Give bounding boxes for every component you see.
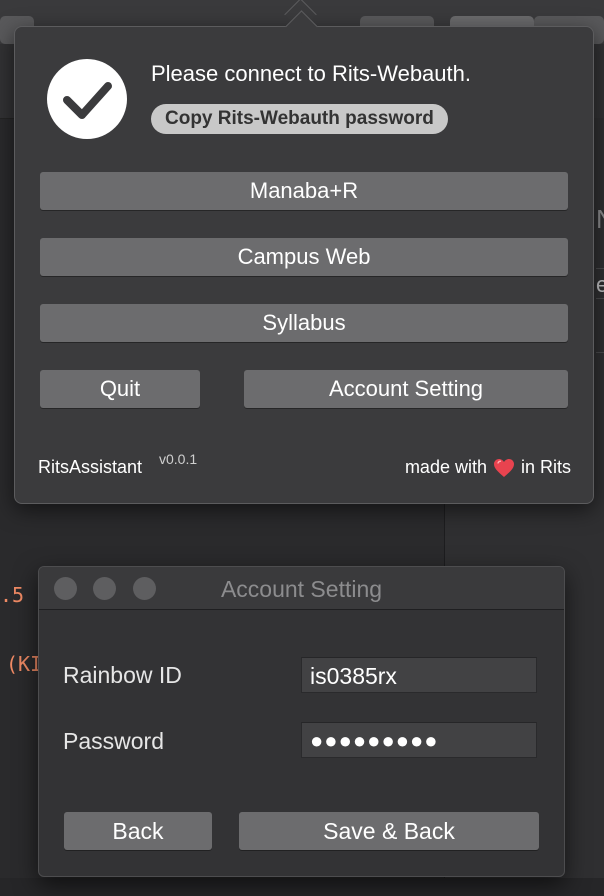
app-name: RitsAssistant: [38, 457, 143, 477]
background-side-text: e: [596, 272, 604, 297]
background-code-text: .5: [0, 583, 25, 607]
campus-web-button[interactable]: Campus Web: [40, 238, 568, 276]
background-divider: [596, 298, 604, 299]
account-setting-window: Account Setting Rainbow ID is0385rx Pass…: [38, 566, 565, 877]
credit-line: made with in Rits: [405, 457, 571, 478]
syllabus-button[interactable]: Syllabus: [40, 304, 568, 342]
connected-check-icon: [47, 59, 127, 139]
background-side-text: N: [596, 204, 604, 235]
quit-button[interactable]: Quit: [40, 370, 200, 408]
app-version: v0.0.1: [159, 451, 198, 467]
background-status-strip: [0, 878, 604, 896]
save-and-back-button[interactable]: Save & Back: [239, 812, 539, 850]
window-titlebar[interactable]: Account Setting: [39, 567, 564, 610]
copy-password-button[interactable]: Copy Rits-Webauth password: [151, 104, 448, 134]
connection-status-title: Please connect to Rits-Webauth.: [151, 61, 471, 86]
background-divider: [596, 352, 604, 353]
rainbow-id-label: Rainbow ID: [63, 662, 182, 688]
back-button[interactable]: Back: [64, 812, 212, 850]
credit-suffix: in Rits: [520, 457, 571, 477]
password-field[interactable]: ●●●●●●●●●: [301, 722, 537, 758]
manaba-button[interactable]: Manaba+R: [40, 172, 568, 210]
password-label: Password: [63, 728, 164, 754]
rits-assistant-popover: Please connect to Rits-Webauth. Copy Rit…: [14, 10, 594, 504]
credit-prefix: made with: [404, 457, 487, 477]
rainbow-id-field[interactable]: is0385rx: [301, 657, 537, 693]
background-code-text: (KI: [6, 652, 43, 676]
window-title-text: Account Setting: [220, 576, 383, 602]
background-divider: [596, 268, 604, 269]
heart-icon: [493, 458, 515, 478]
account-setting-button[interactable]: Account Setting: [244, 370, 568, 408]
window-title: Account Setting: [39, 576, 564, 603]
